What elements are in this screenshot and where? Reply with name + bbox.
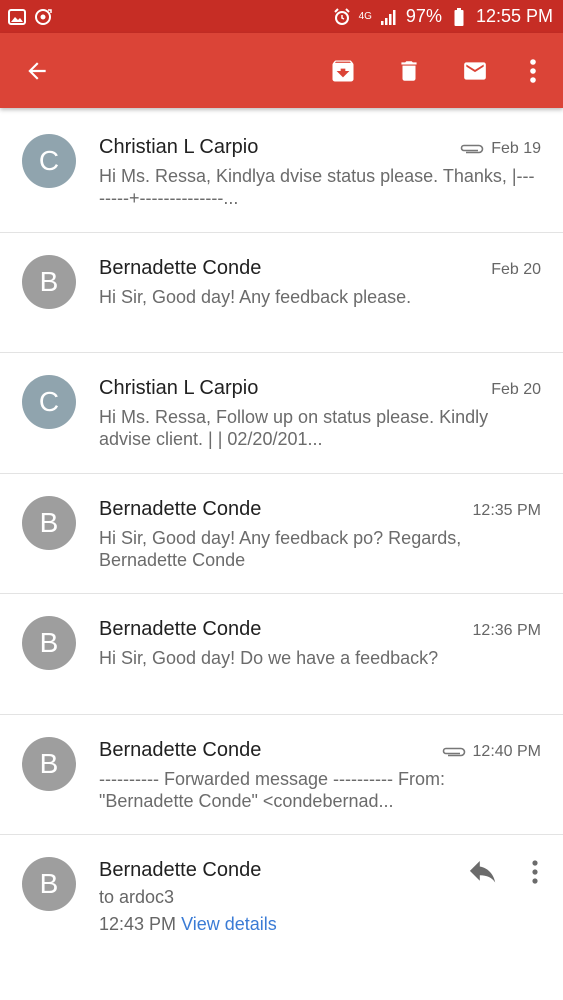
expanded-message-header: B Bernadette Conde to ardoc3 12:43 PM Vi… bbox=[0, 835, 563, 965]
message-time: 12:43 PM bbox=[99, 914, 177, 934]
avatar[interactable]: B bbox=[22, 736, 76, 791]
message-date: Feb 20 bbox=[491, 260, 541, 278]
time-line: 12:43 PM View details bbox=[99, 914, 277, 935]
avatar[interactable]: B bbox=[22, 495, 76, 550]
recipient-line: to ardoc3 bbox=[99, 887, 175, 907]
back-arrow-icon bbox=[28, 61, 46, 80]
more-vert-icon bbox=[532, 860, 538, 884]
message-item[interactable]: B Bernadette Conde Feb 20 Hi Sir, Good d… bbox=[0, 233, 563, 353]
avatar[interactable]: B bbox=[22, 254, 76, 309]
more-vert-icon bbox=[530, 58, 536, 83]
reply-button[interactable] bbox=[465, 857, 499, 887]
message-snippet: Hi Ms. Ressa, Kindlya dvise status pleas… bbox=[99, 166, 535, 208]
sender-name: Bernadette Conde bbox=[99, 497, 262, 520]
sender-name: Bernadette Conde bbox=[99, 859, 262, 881]
battery-percent: 97% bbox=[405, 6, 442, 26]
message-snippet: Hi Ms. Ressa, Follow up on status please… bbox=[99, 407, 489, 449]
sender-name: Christian L Carpio bbox=[99, 136, 259, 158]
avatar[interactable]: B bbox=[22, 857, 76, 911]
battery-icon bbox=[450, 7, 468, 26]
more-options-button[interactable] bbox=[505, 33, 561, 108]
message-date: Feb 20 bbox=[491, 381, 541, 398]
network-type-label: 4G bbox=[358, 11, 372, 22]
alarm-icon bbox=[333, 7, 351, 26]
avatar[interactable]: B bbox=[22, 616, 76, 670]
message-snippet: Hi Sir, Good day! Any feedback please. bbox=[99, 286, 412, 307]
message-date: 12:40 PM bbox=[472, 742, 541, 760]
mark-unread-button[interactable] bbox=[447, 33, 503, 108]
image-icon bbox=[8, 8, 26, 26]
status-bar: 4G 97% 12:55 PM bbox=[0, 0, 563, 33]
attachment-icon bbox=[442, 747, 465, 756]
archive-icon bbox=[332, 60, 354, 81]
view-details-link[interactable]: View details bbox=[181, 914, 277, 934]
sender-name: Christian L Carpio bbox=[99, 377, 259, 399]
message-thread: C Christian L Carpio Feb 19 Hi Ms. Ressa… bbox=[0, 112, 563, 965]
avatar[interactable]: C bbox=[22, 134, 76, 188]
sender-name: Bernadette Conde bbox=[99, 618, 262, 640]
message-item[interactable]: B Bernadette Conde 12:40 PM ---------- F… bbox=[0, 715, 563, 835]
clock: 12:55 PM bbox=[475, 6, 553, 26]
message-date-wrap: Feb 19 bbox=[459, 140, 541, 158]
message-item[interactable]: C Christian L Carpio Feb 20 Hi Ms. Ressa… bbox=[0, 353, 563, 474]
sync-icon bbox=[34, 8, 52, 26]
message-item[interactable]: C Christian L Carpio Feb 19 Hi Ms. Ressa… bbox=[0, 112, 563, 233]
message-more-button[interactable] bbox=[523, 855, 547, 889]
message-date-wrap: 12:40 PM bbox=[441, 743, 541, 761]
message-date: 12:36 PM bbox=[472, 622, 541, 639]
back-button[interactable] bbox=[9, 33, 65, 108]
mark-unread-icon bbox=[464, 61, 486, 80]
message-snippet: ---------- Forwarded message ---------- … bbox=[99, 768, 445, 811]
sender-name: Bernadette Conde bbox=[99, 738, 262, 761]
signal-icon bbox=[380, 8, 398, 26]
avatar[interactable]: C bbox=[22, 375, 76, 429]
message-snippet: Hi Sir, Good day! Any feedback po? Regar… bbox=[99, 527, 462, 570]
delete-button[interactable] bbox=[381, 33, 437, 108]
sender-name: Bernadette Conde bbox=[99, 256, 262, 279]
message-date: Feb 19 bbox=[491, 140, 541, 157]
attachment-icon bbox=[460, 144, 484, 154]
message-snippet: Hi Sir, Good day! Do we have a feedback? bbox=[99, 648, 439, 668]
delete-icon bbox=[401, 60, 417, 81]
message-item[interactable]: B Bernadette Conde 12:35 PM Hi Sir, Good… bbox=[0, 474, 563, 594]
app-bar bbox=[0, 33, 563, 108]
message-item[interactable]: B Bernadette Conde 12:36 PM Hi Sir, Good… bbox=[0, 594, 563, 715]
archive-button[interactable] bbox=[315, 33, 371, 108]
message-date: 12:35 PM bbox=[472, 501, 541, 519]
reply-icon bbox=[469, 861, 496, 883]
